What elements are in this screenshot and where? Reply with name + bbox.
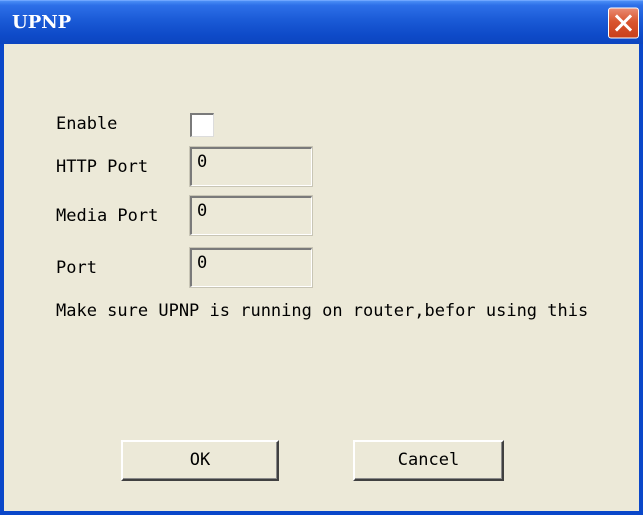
enable-checkbox[interactable] [190,113,214,137]
upnp-dialog: UPNP Enable HTTP Port 0 Media Port 0 Por… [0,0,643,515]
ok-button[interactable]: OK [121,440,279,481]
media-port-label: Media Port [56,206,159,226]
close-button[interactable] [608,7,639,39]
title-bar[interactable]: UPNP [0,0,643,44]
media-port-field[interactable]: 0 [189,195,313,236]
port-label: Port [56,258,97,278]
port-field[interactable]: 0 [189,247,313,288]
enable-label: Enable [56,114,118,134]
http-port-field[interactable]: 0 [189,146,313,187]
window-title: UPNP [12,12,72,33]
upnp-note: Make sure UPNP is running on router,befo… [56,301,589,321]
cancel-button[interactable]: Cancel [353,440,504,481]
close-icon [614,14,633,32]
http-port-label: HTTP Port [56,157,149,177]
